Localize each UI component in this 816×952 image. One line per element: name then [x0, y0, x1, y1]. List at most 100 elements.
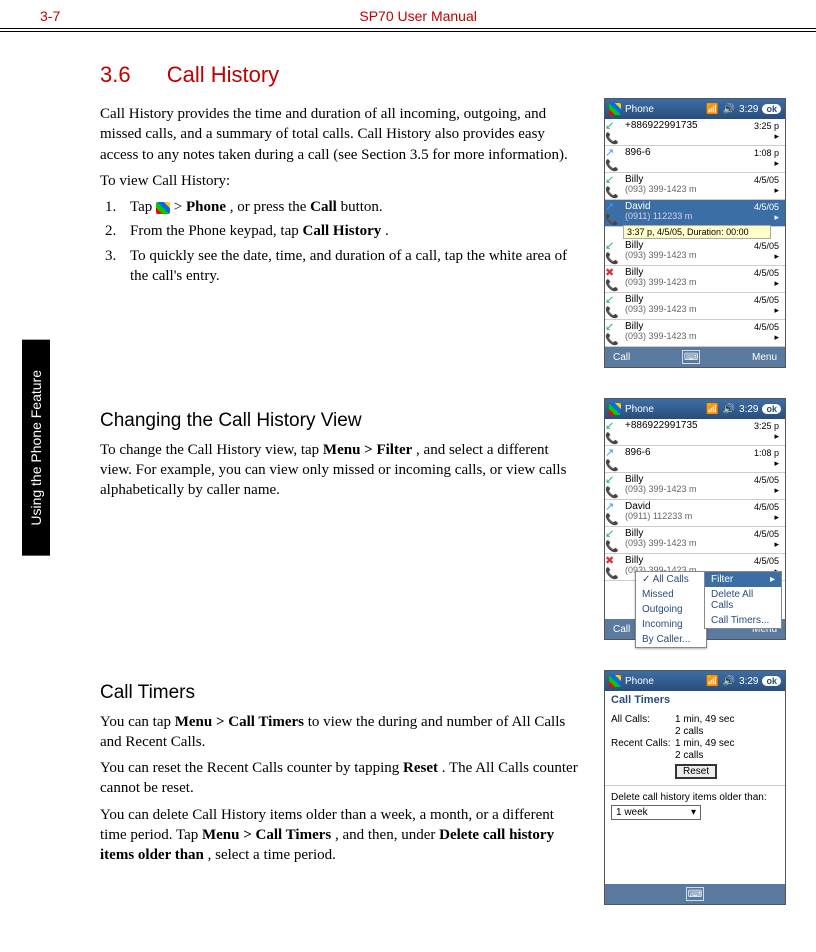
call-row[interactable]: ↙📞 Billy(093) 399-1423 m 4/5/05▸ [605, 473, 785, 500]
call-timestamp: 4/5/05▸ [754, 293, 785, 319]
reset-button[interactable]: Reset [675, 764, 717, 779]
call-direction-icon: ↙📞 [605, 173, 623, 199]
timers-p2: You can reset the Recent Calls counter b… [100, 758, 584, 799]
call-direction-icon: ↗📞 [605, 146, 623, 172]
phone-titlebar: Phone 📶 🔊 3:29 ok [605, 399, 785, 419]
all-calls-count: 2 calls [675, 726, 703, 737]
steps-list: Tap > Phone , or press the Call button. … [100, 197, 584, 286]
call-timestamp: 1:08 p▸ [754, 146, 785, 172]
page-number: 3-7 [40, 8, 60, 24]
start-icon[interactable] [609, 403, 621, 415]
call-timestamp: 1:08 p▸ [754, 446, 785, 472]
call-row[interactable]: ↗📞 896-6 1:08 p▸ [605, 146, 785, 173]
signal-icon: 📶 [706, 404, 718, 415]
call-row[interactable]: ↙📞 Billy(093) 399-1423 m 4/5/05▸ [605, 239, 785, 266]
menu-popup[interactable]: Filter▸ Delete All Calls Call Timers... [704, 571, 782, 629]
section-heading: 3.6 Call History [100, 62, 786, 88]
softkey-menu[interactable]: Menu [752, 352, 777, 363]
screenshot-call-history: Phone 📶 🔊 3:29 ok ↙📞 +886922991735 3:25 … [604, 98, 786, 368]
call-timestamp: 4/5/05▸ [754, 500, 785, 526]
keyboard-icon[interactable]: ⌨ [682, 350, 700, 364]
call-direction-icon: ✖📞 [605, 266, 623, 292]
filter-item[interactable]: By Caller... [636, 632, 706, 647]
step-1: Tap > Phone , or press the Call button. [120, 197, 584, 217]
call-direction-icon: ↗📞 [605, 200, 623, 226]
call-timestamp: 4/5/05▸ [754, 527, 785, 553]
all-calls-label: All Calls: [611, 714, 675, 725]
call-detail-tooltip: 3:37 p, 4/5/05, Duration: 00:00 [623, 225, 771, 239]
start-icon[interactable] [609, 103, 621, 115]
call-row[interactable]: ↙📞 +886922991735 3:25 p▸ [605, 119, 785, 146]
timers-screen-title: Call Timers [605, 691, 785, 709]
menu-filter[interactable]: Filter▸ [705, 572, 781, 587]
menu-call-timers[interactable]: Call Timers... [705, 613, 781, 628]
view-line: To view Call History: [100, 171, 584, 191]
call-row[interactable]: ↙📞 +886922991735 3:25 p▸ [605, 419, 785, 446]
chevron-down-icon: ▾ [691, 807, 696, 818]
delete-older-label: Delete call history items older than: [611, 792, 779, 803]
ok-button[interactable]: ok [762, 104, 781, 114]
delete-period-dropdown[interactable]: 1 week ▾ [611, 805, 701, 820]
filter-item[interactable]: Missed [636, 587, 706, 602]
call-timestamp: 4/5/05▸ [754, 173, 785, 199]
step-3: To quickly see the date, time, and durat… [120, 246, 584, 287]
screenshot-filter-menu: Phone 📶 🔊 3:29 ok ↙📞 +886922991735 3:25 … [604, 398, 786, 640]
call-direction-icon: ↙📞 [605, 320, 623, 346]
all-calls-duration: 1 min, 49 sec [675, 714, 734, 725]
ok-button[interactable]: ok [762, 676, 781, 686]
call-direction-icon: ↙📞 [605, 239, 623, 265]
call-row[interactable]: ✖📞 Billy(093) 399-1423 m 4/5/05▸ [605, 266, 785, 293]
call-row[interactable]: ↙📞 Billy(093) 399-1423 m 4/5/05▸ [605, 320, 785, 347]
call-direction-icon: ✖📞 [605, 554, 623, 580]
call-row[interactable]: ↗📞 David(0911) 112233 m 4/5/05▸ [605, 500, 785, 527]
call-row[interactable]: ↙📞 Billy(093) 399-1423 m 4/5/05▸ [605, 173, 785, 200]
call-direction-icon: ↙📞 [605, 473, 623, 499]
call-timestamp: 4/5/05▸ [754, 239, 785, 265]
page-header: 3-7 SP70 User Manual [0, 0, 816, 32]
softkey-call[interactable]: Call [613, 352, 630, 363]
speaker-icon: 🔊 [723, 404, 735, 415]
start-icon[interactable] [609, 675, 621, 687]
manual-title: SP70 User Manual [359, 8, 477, 24]
filter-item[interactable]: Incoming [636, 617, 706, 632]
filter-submenu[interactable]: All CallsMissedOutgoingIncomingBy Caller… [635, 571, 707, 648]
call-direction-icon: ↙📞 [605, 527, 623, 553]
recent-calls-label: Recent Calls: [611, 738, 675, 749]
filter-item[interactable]: All Calls [636, 572, 706, 587]
speaker-icon: 🔊 [723, 676, 735, 687]
section-number: 3.6 [100, 62, 131, 87]
menu-delete-all[interactable]: Delete All Calls [705, 587, 781, 613]
ok-button[interactable]: ok [762, 404, 781, 414]
call-row[interactable]: ↗📞 David(0911) 112233 m 4/5/05▸ [605, 200, 785, 227]
call-direction-icon: ↙📞 [605, 293, 623, 319]
call-timestamp: 3:25 p▸ [754, 419, 785, 445]
call-row[interactable]: ↙📞 Billy(093) 399-1423 m 4/5/05▸ [605, 527, 785, 554]
signal-icon: 📶 [706, 676, 718, 687]
step-2: From the Phone keypad, tap Call History … [120, 221, 584, 241]
softkey-call[interactable]: Call [613, 624, 630, 635]
subheading-changing-view: Changing the Call History View [100, 408, 584, 434]
filter-item[interactable]: Outgoing [636, 602, 706, 617]
call-direction-icon: ↙📞 [605, 119, 623, 145]
call-row[interactable]: ↙📞 Billy(093) 399-1423 m 4/5/05▸ [605, 293, 785, 320]
app-title: Phone [625, 104, 654, 115]
call-direction-icon: ↗📞 [605, 500, 623, 526]
keyboard-icon[interactable]: ⌨ [686, 887, 704, 901]
recent-calls-duration: 1 min, 49 sec [675, 738, 734, 749]
call-row[interactable]: ↗📞 896-6 1:08 p▸ [605, 446, 785, 473]
chapter-tab: Using the Phone Feature [22, 340, 50, 556]
subheading-call-timers: Call Timers [100, 680, 584, 706]
changing-view-text: To change the Call History view, tap Men… [100, 440, 584, 501]
screenshot-call-timers: Phone 📶 🔊 3:29 ok Call Timers All Calls:… [604, 670, 786, 905]
call-timestamp: 4/5/05▸ [754, 200, 785, 226]
signal-icon: 📶 [706, 104, 718, 115]
call-timestamp: 3:25 p▸ [754, 119, 785, 145]
call-timestamp: 4/5/05▸ [754, 266, 785, 292]
call-timestamp: 4/5/05▸ [754, 473, 785, 499]
section-title-text: Call History [167, 62, 279, 87]
timers-p1: You can tap Menu > Call Timers to view t… [100, 712, 584, 753]
recent-calls-count: 2 calls [675, 750, 703, 761]
clock: 3:29 [739, 104, 758, 115]
intro-paragraph: Call History provides the time and durat… [100, 104, 584, 165]
speaker-icon: 🔊 [723, 104, 735, 115]
